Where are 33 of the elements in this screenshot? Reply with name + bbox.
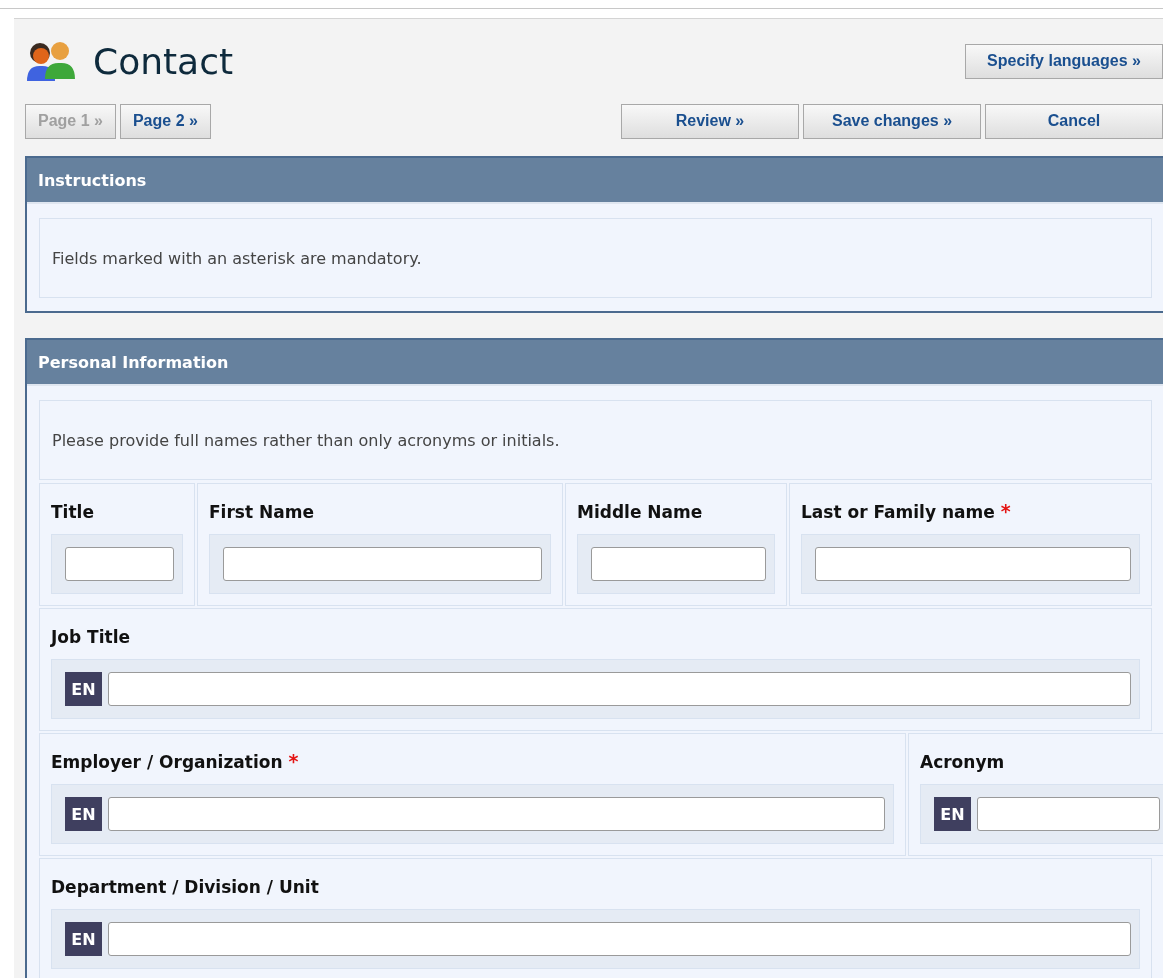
instruction-text: Fields marked with an asterisk are mandatory. (39, 218, 1152, 298)
field-label: Last or Family name (801, 502, 995, 522)
language-badge: EN (65, 922, 102, 956)
text-field[interactable] (108, 672, 1131, 706)
action-button[interactable]: Cancel (985, 103, 1163, 139)
action-button[interactable]: Save changes » (803, 103, 981, 139)
field-label: Title (51, 502, 94, 522)
field-label: First Name (209, 502, 314, 522)
text-field[interactable] (108, 922, 1131, 956)
text-field[interactable] (591, 547, 766, 581)
required-mark: * (1000, 500, 1011, 522)
required-mark: * (288, 750, 299, 772)
field-label: Middle Name (577, 502, 703, 522)
page-title: Contact (93, 40, 235, 82)
text-field[interactable] (977, 797, 1160, 831)
text-field[interactable] (223, 547, 542, 581)
panel-heading: Personal Information (38, 352, 229, 372)
text-field[interactable] (108, 797, 885, 831)
language-badge: EN (934, 797, 971, 831)
field-label: Employer / Organization (51, 752, 283, 772)
field-label: Acronym (920, 752, 1005, 772)
text-field[interactable] (65, 547, 174, 581)
field-label: Job Title (51, 627, 130, 647)
page-button[interactable]: Page 2 » (119, 103, 211, 139)
action-button[interactable]: Review » (621, 103, 799, 139)
panel-heading: Instructions (38, 170, 147, 190)
people-icon (25, 39, 77, 83)
language-badge: EN (65, 797, 102, 831)
note-text: Please provide full names rather than only acronyms or initials. (39, 400, 1152, 480)
language-badge: EN (65, 672, 102, 706)
text-field[interactable] (815, 547, 1131, 581)
field-label: Department / Division / Unit (51, 877, 319, 897)
specify-languages-button[interactable]: Specify languages » (965, 43, 1163, 79)
